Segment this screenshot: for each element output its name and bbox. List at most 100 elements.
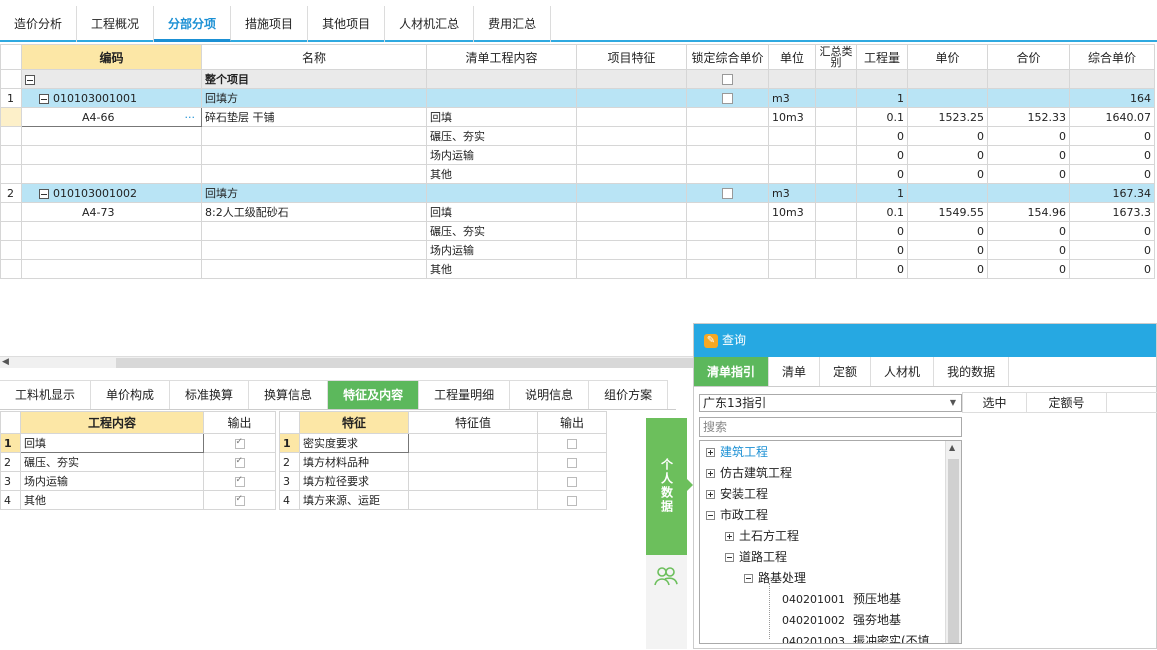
feature-value-cell[interactable]: [408, 433, 538, 453]
bill-name[interactable]: 回填方: [201, 183, 427, 203]
feature-value-cell[interactable]: [408, 452, 538, 472]
col-summary-category[interactable]: 汇总类别: [815, 44, 857, 70]
tab-my-data[interactable]: 我的数据: [934, 357, 1010, 386]
tree-leaf[interactable]: 040201001 预压地基: [782, 589, 901, 609]
tree-node[interactable]: 市政工程: [706, 505, 768, 525]
collapse-icon[interactable]: [706, 511, 715, 520]
col-name[interactable]: 名称: [201, 44, 427, 70]
col-quota-number[interactable]: 定额号: [1026, 392, 1107, 413]
quota-row[interactable]: A4-66 ··· 碎石垫层 干铺 回填 10m3 0.1 1523.25 152…: [0, 107, 1155, 127]
tab-quantity-detail[interactable]: 工程量明细: [419, 380, 511, 409]
col-price[interactable]: 单价: [907, 44, 988, 70]
collapse-icon[interactable]: [39, 188, 49, 199]
section-row[interactable]: 整个项目: [0, 69, 1155, 89]
col-feature[interactable]: 项目特征: [576, 44, 687, 70]
quota-row[interactable]: A4-73 8:2人工级配砂石 回填 10m3 0.1 1549.55 154.…: [0, 202, 1155, 222]
col-feature-value[interactable]: 特征值: [408, 411, 538, 434]
expand-icon[interactable]: [725, 532, 734, 541]
quota-qty[interactable]: 0.1: [856, 202, 908, 222]
quota-code[interactable]: A4-73: [21, 202, 202, 222]
content-row[interactable]: 场内运输 0 0 0 0: [0, 145, 1155, 165]
tab-features-content[interactable]: 特征及内容: [328, 380, 420, 409]
output-checkbox[interactable]: [234, 437, 245, 449]
tab-pricing-scheme[interactable]: 组价方案: [589, 380, 669, 409]
tree-node[interactable]: 建筑工程: [706, 442, 768, 462]
tree-node[interactable]: 土石方工程: [725, 526, 799, 546]
table-row[interactable]: 1 密实度要求: [279, 433, 607, 453]
table-row[interactable]: 3 填方粒径要求: [279, 471, 607, 491]
quota-name[interactable]: 碎石垫层 干铺: [201, 107, 427, 127]
tab-labor-material[interactable]: 人材机: [871, 357, 935, 386]
search-input[interactable]: 搜索: [699, 417, 962, 437]
content-row[interactable]: 场内运输 0 0 0 0: [0, 240, 1155, 260]
quota-qty[interactable]: 0.1: [856, 107, 908, 127]
feature-value-cell[interactable]: [408, 490, 538, 510]
scroll-up-icon[interactable]: ▲: [949, 443, 955, 452]
col-unit[interactable]: 单位: [768, 44, 816, 70]
content-row[interactable]: 其他 0 0 0 0: [0, 259, 1155, 279]
col-total[interactable]: 合价: [987, 44, 1070, 70]
tree-node[interactable]: 道路工程: [725, 547, 787, 567]
output-checkbox[interactable]: [567, 476, 577, 487]
content-row[interactable]: 碾压、夯实 0 0 0 0: [0, 126, 1155, 146]
tree-leaf[interactable]: 040201003 振冲密实(不填…: [782, 631, 942, 643]
tab-bill-guide[interactable]: 清单指引: [694, 357, 770, 386]
collapse-icon[interactable]: [725, 553, 734, 562]
tab-labor-material-summary[interactable]: 人材机汇总: [385, 6, 475, 42]
bill-row[interactable]: 1 010103001001 回填方 m3 1 164: [0, 88, 1155, 108]
col-unit-price[interactable]: 综合单价: [1069, 44, 1155, 70]
collapse-icon[interactable]: [39, 93, 49, 104]
expand-icon[interactable]: [706, 469, 715, 478]
col-selected[interactable]: 选中: [962, 392, 1027, 413]
tab-conversion-info[interactable]: 换算信息: [249, 380, 329, 409]
content-row[interactable]: 碾压、夯实 0 0 0 0: [0, 221, 1155, 241]
feature-value-cell[interactable]: [408, 471, 538, 491]
tree-node[interactable]: 仿古建筑工程: [706, 463, 792, 483]
lock-checkbox[interactable]: [722, 93, 733, 104]
table-row[interactable]: 3 场内运输: [0, 471, 276, 491]
col-quantity[interactable]: 工程量: [856, 44, 908, 70]
scrollbar-thumb[interactable]: [116, 358, 693, 368]
bill-row[interactable]: 2 010103001002 回填方 m3 1 167.34: [0, 183, 1155, 203]
query-title-bar[interactable]: ✎ 查询: [694, 324, 1156, 357]
output-checkbox[interactable]: [567, 457, 577, 468]
scrollbar-thumb[interactable]: [948, 459, 959, 643]
tab-cost-analysis[interactable]: 造价分析: [0, 6, 78, 42]
table-row[interactable]: 4 填方来源、运距: [279, 490, 607, 510]
col-output[interactable]: 输出: [537, 411, 607, 434]
users-icon[interactable]: [654, 565, 678, 592]
content-row[interactable]: 其他 0 0 0 0: [0, 164, 1155, 184]
tab-sub-items[interactable]: 分部分项: [154, 6, 232, 42]
collapse-icon[interactable]: [744, 574, 753, 583]
col-output[interactable]: 输出: [203, 411, 276, 434]
tab-fee-summary[interactable]: 费用汇总: [474, 6, 552, 42]
table-row[interactable]: 1 回填: [0, 433, 276, 453]
col-lock-price[interactable]: 锁定综合单价: [686, 44, 769, 70]
horizontal-scrollbar[interactable]: ◀: [0, 356, 693, 368]
tab-price-composition[interactable]: 单价构成: [91, 380, 171, 409]
bill-qty[interactable]: 1: [856, 183, 908, 203]
guide-dropdown[interactable]: 广东13指引 ▼: [699, 394, 962, 412]
expand-icon[interactable]: [706, 448, 715, 457]
output-checkbox[interactable]: [234, 494, 245, 506]
tree-node[interactable]: 安装工程: [706, 484, 768, 504]
ellipsis-button[interactable]: ···: [185, 111, 196, 124]
table-row[interactable]: 2 碾压、夯实: [0, 452, 276, 472]
tab-bill[interactable]: 清单: [769, 357, 821, 386]
table-row[interactable]: 2 填方材料品种: [279, 452, 607, 472]
expand-icon[interactable]: [706, 490, 715, 499]
bill-name[interactable]: 回填方: [201, 88, 427, 108]
scroll-left-icon[interactable]: ◀: [2, 357, 9, 367]
lock-checkbox[interactable]: [722, 188, 733, 199]
collapse-icon[interactable]: [25, 74, 35, 85]
col-feature[interactable]: 特征: [299, 411, 409, 434]
tab-quota[interactable]: 定额: [820, 357, 872, 386]
col-work-content[interactable]: 工程内容: [20, 411, 204, 434]
tab-labor-material[interactable]: 工料机显示: [0, 380, 92, 409]
col-code[interactable]: 编码: [21, 44, 202, 70]
table-row[interactable]: 4 其他: [0, 490, 276, 510]
tree-leaf[interactable]: 040201002 强夯地基: [782, 610, 901, 630]
tree-node[interactable]: 路基处理: [744, 568, 806, 588]
personal-data-tab[interactable]: 个人数据: [646, 418, 687, 555]
quota-name[interactable]: 8:2人工级配砂石: [201, 202, 427, 222]
